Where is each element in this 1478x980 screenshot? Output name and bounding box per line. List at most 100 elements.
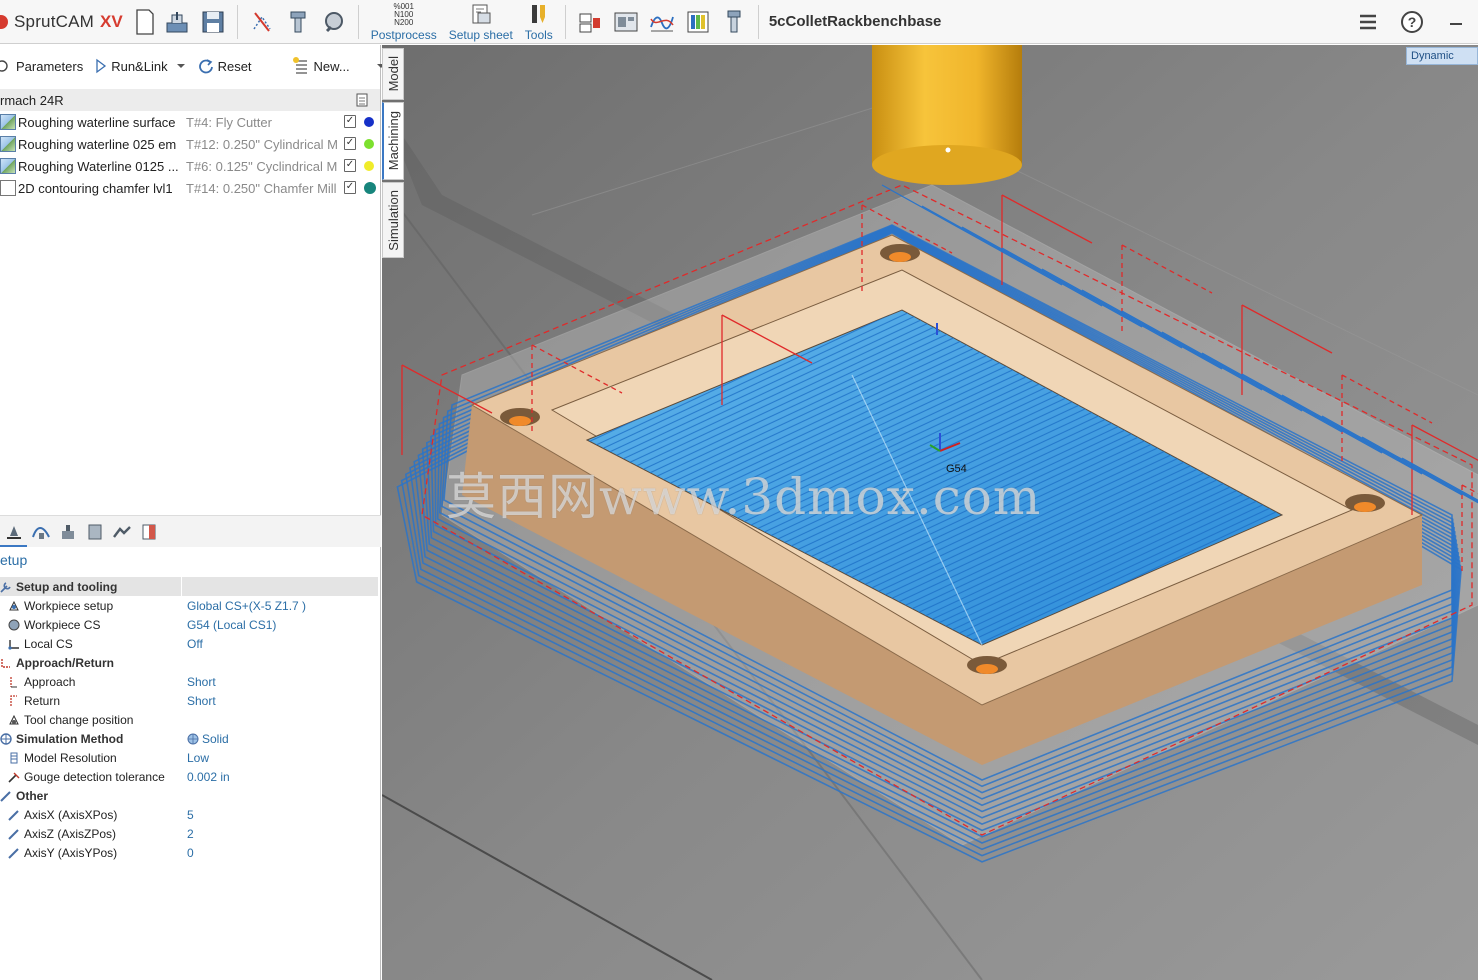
category-approach-return[interactable]: Approach/Return (0, 653, 378, 672)
property-axisx[interactable]: AxisX (AxisXPos) 5 (0, 805, 378, 824)
operation-color-swatch[interactable] (364, 117, 374, 127)
operations-toolbar: Parameters Run&Link Reset New... (0, 45, 385, 87)
runlink-button[interactable]: Run&Link (89, 45, 191, 87)
operation-name: Roughing waterline surface (18, 114, 176, 130)
operation-color-swatch[interactable] (364, 161, 374, 171)
property-grid: Setup and tooling Workpiece setup Global… (0, 577, 378, 862)
app-name: SprutCAM (14, 11, 95, 31)
pencil-icon (0, 790, 11, 802)
return-icon (10, 694, 17, 706)
save-project-button[interactable] (195, 0, 231, 44)
postprocess-button[interactable]: %001 N100 N200 Postprocess (365, 0, 443, 44)
category-label: Setup and tooling (16, 579, 118, 594)
tab-machining[interactable]: Machining (382, 102, 404, 180)
category-other[interactable]: Other (0, 786, 378, 805)
disable-toolpath-button[interactable] (244, 0, 280, 44)
operation-tool: T#14: 0.250" Chamfer Mill (186, 180, 337, 196)
inspect-button[interactable] (316, 0, 352, 44)
property-gouge-tolerance[interactable]: Gouge detection tolerance 0.002 in (0, 767, 378, 786)
parameters-button[interactable]: Parameters (0, 45, 89, 87)
help-icon: ? (1401, 11, 1423, 33)
setup-tab-icon (6, 525, 21, 539)
property-value: Short (187, 674, 216, 689)
property-label: Workpiece CS (24, 617, 101, 632)
operation-enabled-checkbox[interactable]: ✓ (344, 115, 356, 128)
toolpath-graph-button[interactable] (644, 0, 680, 44)
property-axisy[interactable]: AxisY (AxisYPos) 0 (0, 843, 378, 862)
property-tool-change-position[interactable]: Tool change position (0, 710, 378, 729)
new-operation-label: New... (313, 58, 350, 74)
simulation-grid-icon (0, 732, 12, 745)
3d-viewport[interactable]: Dynamic G54 莫西网www.3dmox.com (382, 45, 1478, 980)
resolution-icon (10, 752, 18, 763)
contouring-operation-icon (0, 180, 16, 196)
tab-stock[interactable] (81, 517, 108, 547)
nc-code-icon: %001 N100 N200 (390, 2, 418, 28)
help-button[interactable]: ? (1390, 0, 1434, 44)
new-project-button[interactable] (131, 0, 159, 44)
category-simulation-method[interactable]: Simulation Method Solid (0, 729, 378, 748)
document-icon (356, 93, 368, 107)
layout-view-button[interactable] (572, 0, 608, 44)
property-model-resolution[interactable]: Model Resolution Low (0, 748, 378, 767)
property-axisz[interactable]: AxisZ (AxisZPos) 2 (0, 824, 378, 843)
window-controls: ? (1346, 0, 1478, 44)
minimize-button[interactable] (1434, 0, 1478, 44)
operation-color-swatch[interactable] (364, 182, 376, 194)
chevron-down-icon (176, 64, 185, 68)
operation-enabled-checkbox[interactable]: ✓ (344, 181, 356, 194)
color-scheme-button[interactable] (680, 0, 716, 44)
pencil-icon (8, 847, 19, 859)
tab-strategy[interactable] (27, 517, 54, 547)
tab-tool[interactable] (54, 517, 81, 547)
workpiece-setup-icon (9, 600, 19, 610)
nc-code-line: N200 (394, 18, 414, 27)
operation-enabled-checkbox[interactable]: ✓ (344, 159, 356, 172)
tab-setup[interactable] (0, 517, 27, 547)
property-label: Workpiece setup (24, 598, 114, 613)
operation-row[interactable]: 2D contouring chamfer lvl1 T#14: 0.250" … (0, 177, 380, 199)
property-value: G54 (Local CS1) (187, 617, 277, 632)
open-project-button[interactable] (159, 0, 195, 44)
operation-row[interactable]: Roughing waterline 025 em T#12: 0.250" C… (0, 133, 380, 155)
tab-simulation[interactable]: Simulation (382, 182, 404, 258)
property-tabs (0, 515, 381, 547)
category-setup-and-tooling[interactable]: Setup and tooling (0, 577, 378, 596)
tab-model[interactable]: Model (382, 48, 404, 100)
operation-row[interactable]: Roughing waterline surface T#4: Fly Cutt… (0, 111, 380, 133)
property-value: Solid (202, 731, 229, 746)
operation-color-swatch[interactable] (364, 139, 374, 149)
svg-text:?: ? (1408, 14, 1417, 30)
operation-row[interactable]: Roughing Waterline 0125 ... T#6: 0.125" … (0, 155, 380, 177)
approach-icon (10, 676, 17, 687)
tool-library-button[interactable] (716, 0, 752, 44)
operation-enabled-checkbox[interactable]: ✓ (344, 137, 356, 150)
operation-tool: T#6: 0.125" Cyclindrical M (186, 158, 338, 174)
tools-button[interactable]: Tools (519, 0, 559, 44)
property-local-cs[interactable]: Local CS Off (0, 634, 378, 653)
tool-holder-button[interactable] (280, 0, 316, 44)
property-return[interactable]: Return Short (0, 691, 378, 710)
hamburger-icon (1360, 14, 1376, 30)
waterline-operation-icon (0, 158, 16, 174)
machine-view-button[interactable] (608, 0, 644, 44)
palette-icon (687, 11, 709, 32)
property-workpiece-cs[interactable]: Workpiece CS G54 (Local CS1) (0, 615, 378, 634)
setup-sheet-button[interactable]: Setup sheet (443, 0, 519, 44)
property-approach[interactable]: Approach Short (0, 672, 378, 691)
toolbar-separator (357, 4, 359, 39)
tab-feeds[interactable] (135, 517, 162, 547)
menu-button[interactable] (1346, 0, 1390, 44)
view-mode-badge[interactable]: Dynamic (1406, 47, 1478, 65)
property-value: 0 (187, 845, 194, 860)
approach-return-icon (1, 658, 10, 668)
left-panel: Parameters Run&Link Reset New... rmach 2… (0, 45, 385, 980)
machine-node[interactable]: rmach 24R (0, 89, 380, 111)
property-workpiece-setup[interactable]: Workpiece setup Global CS+(X-5 Z1.7 ) (0, 596, 378, 615)
new-operation-button[interactable]: New... (286, 45, 392, 87)
tools-icon (525, 2, 553, 28)
tab-links[interactable] (108, 517, 135, 547)
reset-button[interactable]: Reset (192, 45, 258, 87)
property-value: 0.002 in (187, 769, 230, 784)
mounting-hole-bottom (1354, 502, 1376, 512)
